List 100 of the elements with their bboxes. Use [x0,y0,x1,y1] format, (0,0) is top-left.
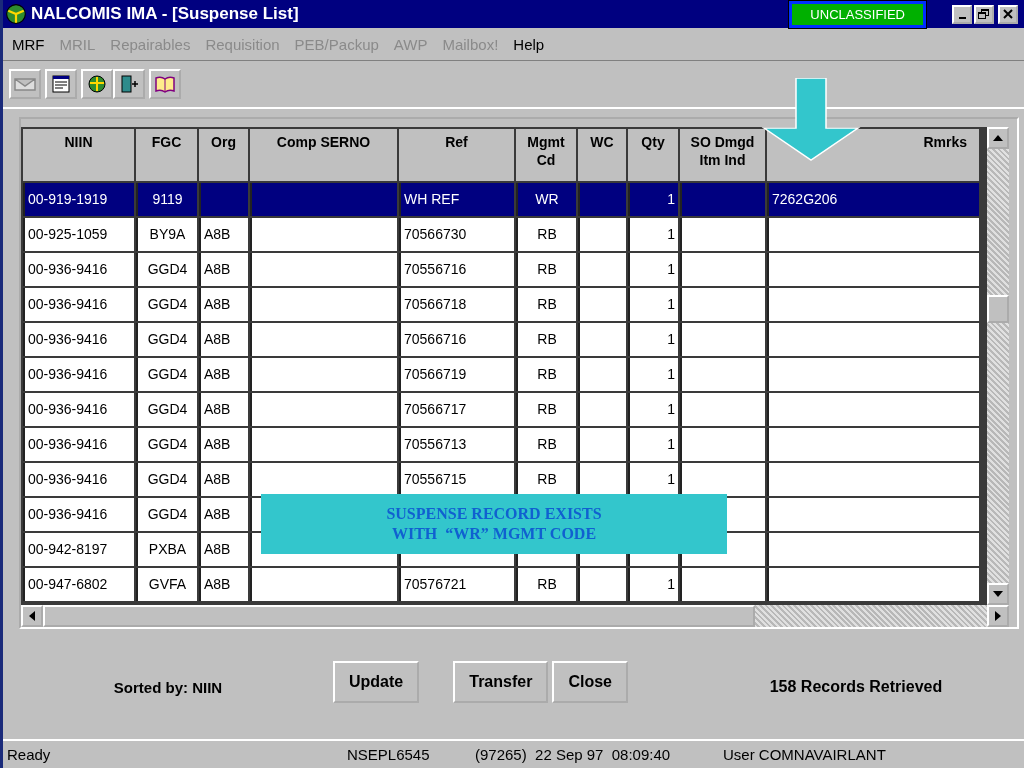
toolbar-button[interactable] [45,69,77,99]
toolbar-button[interactable] [113,69,145,99]
scroll-thumb[interactable] [43,605,755,627]
status-text: Ready [6,746,52,763]
scroll-left-button[interactable] [21,605,43,627]
table-cell: GGD4 [136,463,197,496]
table-cell: A8B [199,393,248,426]
table-cell: 70566718 [399,288,514,321]
toolbar-button[interactable] [149,69,181,99]
table-cell: 00-936-9416 [23,253,134,286]
vertical-scrollbar[interactable] [987,127,1009,605]
down-triangle-icon [993,591,1003,597]
table-cell [578,288,626,321]
table-cell: 1 [628,428,678,461]
table-cell: GGD4 [136,358,197,391]
table-cell: 1 [628,183,678,216]
transfer-button[interactable]: Transfer [453,661,549,703]
table-cell: A8B [199,288,248,321]
toolbar-button[interactable] [81,69,113,99]
table-cell: RB [516,358,576,391]
table-cell: 70556715 [399,463,514,496]
table-cell [578,323,626,356]
timestamp: (97265) 22 Sep 97 08:09:40 [475,746,672,763]
table-cell: 1 [628,358,678,391]
column-header[interactable]: Qty [628,129,678,181]
table-cell: 70566717 [399,393,514,426]
table-cell: 00-936-9416 [23,323,134,356]
table-cell: GGD4 [136,288,197,321]
callout-text: WITH “WR” MGMT CODE [391,524,597,544]
table-cell: 00-936-9416 [23,288,134,321]
column-header[interactable]: NIIN [23,129,134,181]
classification-banner: UNCLASSIFIED [789,0,926,28]
table-cell: GVFA [136,568,197,601]
table-cell: 70566716 [399,323,514,356]
table-cell [578,253,626,286]
table-cell: GGD4 [136,253,197,286]
table-cell: 00-936-9416 [23,428,134,461]
terminal-id: NSEPL6545 [347,746,431,763]
table-cell: 70566730 [399,218,514,251]
menu-item[interactable]: Help [513,35,545,53]
table-cell: GGD4 [136,323,197,356]
table-cell: 1 [628,288,678,321]
table-cell: RB [516,253,576,286]
table-cell [578,358,626,391]
record-count: 158 Records Retrieved [768,677,944,696]
column-header[interactable]: Org [199,129,248,181]
table-cell [199,183,248,216]
close-button[interactable]: Close [552,661,628,703]
table-cell: 00-947-6802 [23,568,134,601]
table-cell: RB [516,463,576,496]
table-cell: 7262G206 [767,183,979,216]
book-icon [153,74,177,94]
table-cell: GGD4 [136,428,197,461]
sort-label: Sorted by: NIIN [112,677,224,696]
table-cell: 00-925-1059 [23,218,134,251]
table-cell: A8B [199,463,248,496]
table-cell: WR [516,183,576,216]
left-triangle-icon [29,611,35,621]
close-button[interactable] [998,4,1018,24]
table-cell: 00-936-9416 [23,358,134,391]
horizontal-scrollbar[interactable] [21,605,1009,627]
update-button[interactable]: Update [333,661,420,703]
table-cell [578,568,626,601]
globe-icon [5,3,27,25]
table-cell: RB [516,393,576,426]
table-cell: WH REF [399,183,514,216]
column-header[interactable]: Mgmt Cd [516,129,576,181]
restore-button[interactable] [974,4,994,24]
table-cell: 70576721 [399,568,514,601]
table-cell: RB [516,323,576,356]
minimize-icon [958,16,966,19]
table-cell: A8B [199,253,248,286]
scroll-up-button[interactable] [987,127,1009,149]
table-cell: 00-936-9416 [23,463,134,496]
table-cell: 70556716 [399,253,514,286]
scroll-down-button[interactable] [987,583,1009,605]
minimize-button[interactable] [952,4,972,24]
table-cell: 70556713 [399,428,514,461]
column-header[interactable]: Comp SERNO [250,129,397,181]
callout-text: SUSPENSE RECORD EXISTS [386,504,602,524]
menu-item[interactable]: MRF [12,35,45,53]
table-cell: 1 [628,218,678,251]
table-cell: RB [516,218,576,251]
document-icon [49,74,73,94]
scroll-thumb[interactable] [987,295,1009,323]
table-cell: 1 [628,568,678,601]
column-header[interactable]: WC [578,129,626,181]
table-cell: 1 [628,463,678,496]
table-cell: RB [516,288,576,321]
table-cell: 00-936-9416 [23,498,134,531]
column-header[interactable]: Ref [399,129,514,181]
table-cell: RB [516,428,576,461]
column-header[interactable]: SO Dmgd Itm Ind [680,129,765,181]
table-cell: 00-942-8197 [23,533,134,566]
table-cell: GGD4 [136,498,197,531]
column-header[interactable]: FGC [136,129,197,181]
table-cell: 00-919-1919 [23,183,134,216]
scroll-right-button[interactable] [987,605,1009,627]
table-cell: 1 [628,253,678,286]
table-cell: A8B [199,218,248,251]
